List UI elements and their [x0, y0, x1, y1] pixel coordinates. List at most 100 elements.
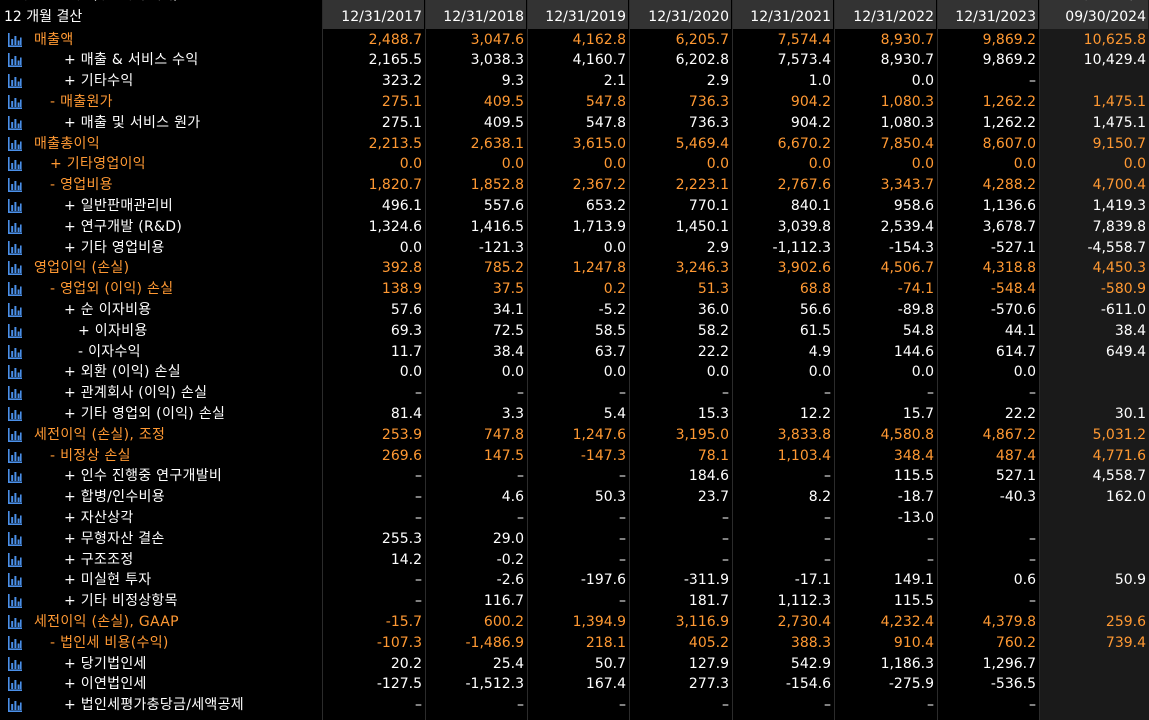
- value-cell[interactable]: 78.1: [629, 446, 732, 467]
- value-cell[interactable]: 9,869.2: [937, 50, 1039, 71]
- value-cell[interactable]: 269.6: [322, 446, 425, 467]
- value-cell[interactable]: -1,486.9: [425, 633, 527, 654]
- bar-chart-icon[interactable]: [8, 261, 22, 276]
- table-row[interactable]: 영업이익 (손실) 392.8 785.2 1,247.8 3,246.3 3,902.6…: [0, 258, 1149, 279]
- table-row[interactable]: - 비정상 손실 269.6 147.5 -147.3 78.1 1,103.4 348.4…: [0, 446, 1149, 467]
- value-cell[interactable]: 15.3: [629, 404, 732, 425]
- value-cell[interactable]: –: [937, 71, 1039, 92]
- value-cell[interactable]: 736.3: [629, 113, 732, 134]
- value-cell[interactable]: 259.6: [1039, 612, 1149, 633]
- table-row[interactable]: + 합병/인수비용 –4.6 50.3 23.7 8.2 -18.7 -40.3 162.0: [0, 487, 1149, 508]
- value-cell[interactable]: 323.2: [322, 71, 425, 92]
- value-cell[interactable]: 348.4: [834, 446, 937, 467]
- value-cell[interactable]: -18.7: [834, 487, 937, 508]
- bar-chart-icon[interactable]: [8, 594, 22, 609]
- table-row[interactable]: - 영업비용 1,820.7 1,852.8 2,367.2 2,223.1 2,767.…: [0, 175, 1149, 196]
- table-row[interactable]: - 이자수익 11.7 38.4 63.7 22.2 4.9 144.6 614.7 649.4: [0, 342, 1149, 363]
- value-cell[interactable]: -40.3: [937, 487, 1039, 508]
- value-cell[interactable]: 4,867.2: [937, 425, 1039, 446]
- value-cell[interactable]: [1039, 362, 1149, 383]
- value-cell[interactable]: 3,833.8: [732, 425, 834, 446]
- bar-chart-icon[interactable]: [8, 344, 22, 359]
- value-cell[interactable]: 50.9: [1039, 570, 1149, 591]
- value-cell[interactable]: -611.0: [1039, 300, 1149, 321]
- value-cell[interactable]: 69.3: [322, 321, 425, 342]
- value-cell[interactable]: -147.3: [527, 446, 629, 467]
- value-cell[interactable]: 0.0: [834, 362, 937, 383]
- value-cell[interactable]: 22.2: [629, 342, 732, 363]
- value-cell[interactable]: –: [834, 383, 937, 404]
- value-cell[interactable]: 144.6: [834, 342, 937, 363]
- value-cell[interactable]: –: [629, 383, 732, 404]
- value-cell[interactable]: 614.7: [937, 342, 1039, 363]
- value-cell[interactable]: 542.9: [732, 654, 834, 675]
- table-row[interactable]: 세전이익 (손실), 조정 253.9 747.8 1,247.6 3,195.0 3,8…: [0, 425, 1149, 446]
- table-row[interactable]: + 미실현 투자 – -2.6 -197.6 -311.9 -17.1 149.1 0.6 50…: [0, 570, 1149, 591]
- value-cell[interactable]: 8,930.7: [834, 50, 937, 71]
- column-header[interactable]: 2020 Y 12/31/2020: [629, 0, 732, 29]
- value-cell[interactable]: 649.4: [1039, 342, 1149, 363]
- value-cell[interactable]: 50.3: [527, 487, 629, 508]
- value-cell[interactable]: 11.7: [322, 342, 425, 363]
- value-cell[interactable]: 0.0: [527, 362, 629, 383]
- value-cell[interactable]: 4,558.7: [1039, 466, 1149, 487]
- value-cell[interactable]: –: [629, 550, 732, 571]
- value-cell[interactable]: 54.8: [834, 321, 937, 342]
- value-cell[interactable]: 37.5: [425, 279, 527, 300]
- value-cell[interactable]: 1,324.6: [322, 217, 425, 238]
- table-row[interactable]: + 기타수익 323.2 9.3 2.1 2.9 1.0 0.0–: [0, 71, 1149, 92]
- value-cell[interactable]: 38.4: [1039, 321, 1149, 342]
- value-cell[interactable]: 50.7: [527, 654, 629, 675]
- value-cell[interactable]: 1,475.1: [1039, 92, 1149, 113]
- value-cell[interactable]: -580.9: [1039, 279, 1149, 300]
- table-row[interactable]: + 관계회사 (이익) 손실 – – – – – – –: [0, 383, 1149, 404]
- value-cell[interactable]: –: [629, 508, 732, 529]
- value-cell[interactable]: –: [937, 529, 1039, 550]
- value-cell[interactable]: [1039, 71, 1149, 92]
- value-cell[interactable]: 1,136.6: [937, 196, 1039, 217]
- value-cell[interactable]: 3,047.6: [425, 30, 527, 51]
- value-cell[interactable]: 2,539.4: [834, 217, 937, 238]
- value-cell[interactable]: 218.1: [527, 633, 629, 654]
- value-cell[interactable]: 6,670.2: [732, 134, 834, 155]
- value-cell[interactable]: 255.3: [322, 529, 425, 550]
- bar-chart-icon[interactable]: [8, 677, 22, 692]
- value-cell[interactable]: –: [425, 383, 527, 404]
- value-cell[interactable]: 2,223.1: [629, 175, 732, 196]
- value-cell[interactable]: -5.2: [527, 300, 629, 321]
- value-cell[interactable]: 30.1: [1039, 404, 1149, 425]
- value-cell[interactable]: 1.0: [732, 71, 834, 92]
- value-cell[interactable]: 167.4: [527, 674, 629, 695]
- value-cell[interactable]: 910.4: [834, 633, 937, 654]
- value-cell[interactable]: 0.0: [732, 154, 834, 175]
- value-cell[interactable]: -527.1: [937, 238, 1039, 259]
- table-row[interactable]: + 이연법인세 -127.5 -1,512.3 167.4 277.3 -154.6 -27…: [0, 674, 1149, 695]
- bar-chart-icon[interactable]: [8, 698, 22, 713]
- value-cell[interactable]: –: [425, 695, 527, 716]
- value-cell[interactable]: 1,262.2: [937, 113, 1039, 134]
- value-cell[interactable]: 4,160.7: [527, 50, 629, 71]
- value-cell[interactable]: 1,186.3: [834, 654, 937, 675]
- value-cell[interactable]: 58.5: [527, 321, 629, 342]
- value-cell[interactable]: 81.4: [322, 404, 425, 425]
- value-cell[interactable]: -74.1: [834, 279, 937, 300]
- value-cell[interactable]: –: [732, 550, 834, 571]
- value-cell[interactable]: 5,031.2: [1039, 425, 1149, 446]
- value-cell[interactable]: 0.0: [425, 362, 527, 383]
- value-cell[interactable]: -121.3: [425, 238, 527, 259]
- bar-chart-icon[interactable]: [8, 53, 22, 68]
- value-cell[interactable]: 1,852.8: [425, 175, 527, 196]
- value-cell[interactable]: 0.0: [732, 362, 834, 383]
- value-cell[interactable]: -570.6: [937, 300, 1039, 321]
- value-cell[interactable]: 149.1: [834, 570, 937, 591]
- value-cell[interactable]: –: [834, 550, 937, 571]
- value-cell[interactable]: –: [322, 508, 425, 529]
- value-cell[interactable]: -548.4: [937, 279, 1039, 300]
- value-cell[interactable]: 840.1: [732, 196, 834, 217]
- value-cell[interactable]: –: [527, 383, 629, 404]
- table-row[interactable]: 매출액 2,488.7 3,047.6 4,162.8 6,205.7 7,574.4 8,…: [0, 30, 1149, 51]
- table-row[interactable]: + 매출 & 서비스 수익 2,165.5 3,038.3 4,160.7 6,202.…: [0, 50, 1149, 71]
- value-cell[interactable]: 2,638.1: [425, 134, 527, 155]
- value-cell[interactable]: 527.1: [937, 466, 1039, 487]
- value-cell[interactable]: 4,506.7: [834, 258, 937, 279]
